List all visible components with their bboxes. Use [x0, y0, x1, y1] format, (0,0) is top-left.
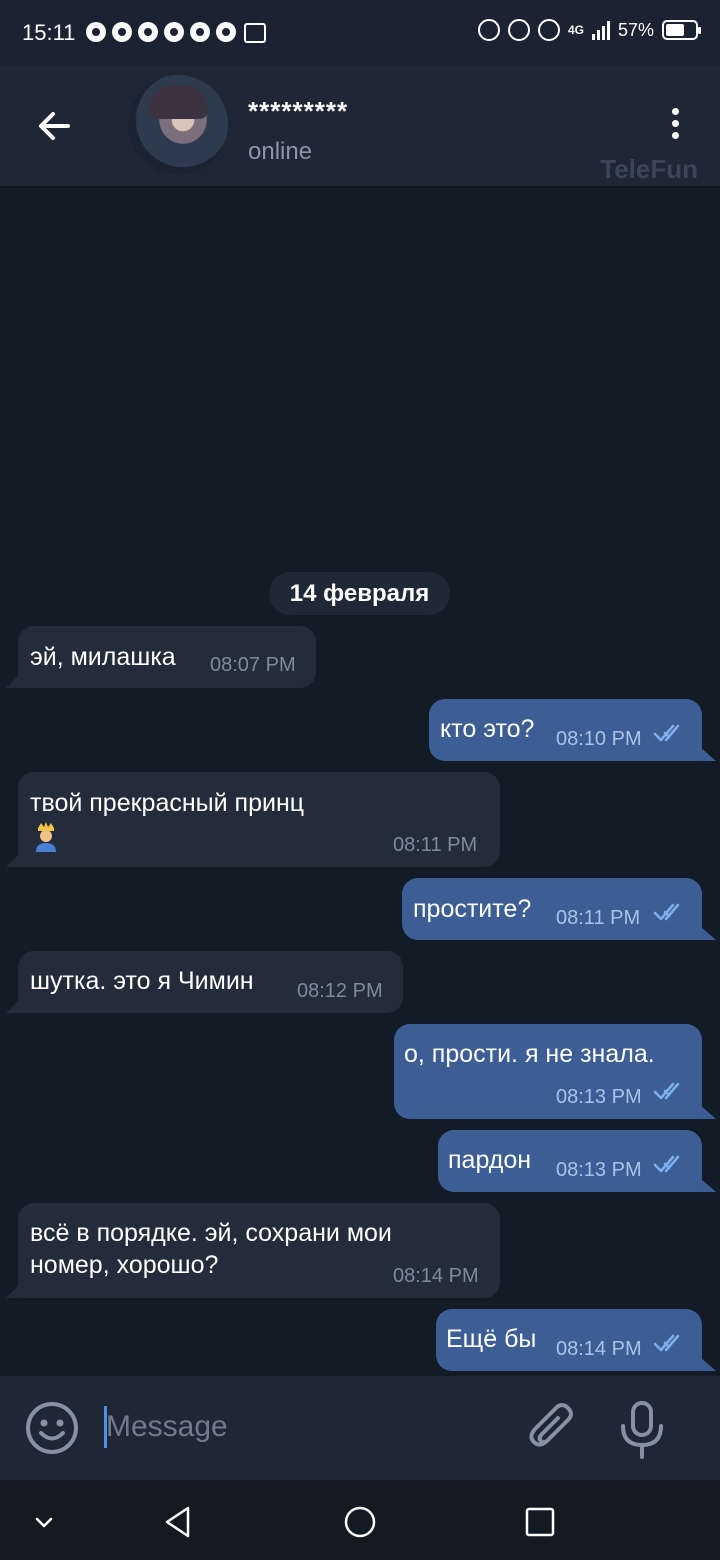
- chrome-icon: [112, 22, 132, 42]
- message-time: 08:14 PM: [556, 1338, 642, 1360]
- message-outgoing[interactable]: кто это? 08:10 PM: [429, 699, 716, 761]
- chat-header: ********* online TeleFun: [0, 66, 720, 188]
- message-incoming[interactable]: эй, милашка 08:07 PM: [6, 626, 316, 688]
- message-time: 08:07 PM: [210, 654, 296, 676]
- message-text: пардон: [448, 1146, 532, 1174]
- double-check-icon: [653, 1082, 680, 1100]
- message-time: 08:13 PM: [556, 1159, 642, 1181]
- network-type: 4G: [567, 23, 584, 37]
- message-text: о, прости. я не знала.: [404, 1040, 655, 1068]
- avatar[interactable]: [128, 75, 228, 175]
- clock: 15:11: [22, 20, 76, 45]
- contact-status: online: [248, 138, 313, 165]
- home-nav-icon[interactable]: [340, 1502, 380, 1542]
- message-time: 08:11 PM: [393, 834, 478, 856]
- message-time: 08:12 PM: [297, 980, 383, 1002]
- contact-name[interactable]: *********: [248, 96, 348, 127]
- alarm-icon: [507, 19, 530, 41]
- microphone-icon[interactable]: [618, 1400, 666, 1460]
- message-outgoing[interactable]: о, прости. я не знала. 08:13 PM: [394, 1024, 716, 1119]
- message-text: кто это?: [440, 715, 535, 743]
- message-text: номер, хорошо?: [30, 1251, 219, 1279]
- attach-icon[interactable]: [526, 1402, 578, 1456]
- message-outgoing[interactable]: пардон 08:13 PM: [438, 1130, 716, 1192]
- more-menu-icon[interactable]: [668, 108, 682, 144]
- system-navigation-bar: [0, 1480, 720, 1560]
- chrome-icon: [164, 22, 184, 42]
- battery-level: 57%: [617, 19, 654, 40]
- message-time: 08:14 PM: [393, 1265, 479, 1287]
- double-check-icon: [653, 1334, 680, 1352]
- chrome-icon: [190, 22, 210, 42]
- back-nav-icon[interactable]: [158, 1502, 198, 1542]
- date-separator: 14 февраля: [269, 572, 450, 615]
- message-composer: [0, 1376, 720, 1480]
- chevron-down-icon[interactable]: [24, 1502, 64, 1542]
- message-incoming[interactable]: шутка. это я Чимин 08:12 PM: [6, 951, 403, 1013]
- double-check-icon: [653, 903, 680, 921]
- battery-icon: [662, 20, 701, 40]
- notification-icons: [86, 22, 266, 43]
- message-text: Ещё бы: [446, 1325, 537, 1353]
- message-input[interactable]: [106, 1404, 506, 1450]
- message-time: 08:10 PM: [556, 728, 642, 750]
- double-check-icon: [653, 724, 680, 742]
- gallery-icon: [244, 23, 266, 43]
- chrome-icon: [138, 22, 158, 42]
- message-text: простите?: [413, 895, 532, 923]
- chrome-icon: [216, 22, 236, 42]
- status-bar: 15:11 4G 57%: [0, 0, 720, 66]
- emoji-icon[interactable]: [24, 1400, 80, 1456]
- message-outgoing[interactable]: простите? 08:11 PM: [402, 878, 716, 940]
- message-text: твой прекрасный принц: [30, 789, 305, 817]
- message-text: всё в порядке. эй, сохрани мои: [30, 1219, 392, 1247]
- double-check-icon: [653, 1155, 680, 1173]
- message-text: шутка. это я Чимин: [30, 967, 254, 995]
- back-arrow-icon[interactable]: [36, 108, 72, 144]
- recents-nav-icon[interactable]: [520, 1502, 560, 1542]
- message-incoming[interactable]: твой прекрасный принц 08:11 PM: [6, 772, 500, 867]
- prince-emoji: [36, 822, 56, 852]
- message-time: 08:13 PM: [556, 1086, 642, 1108]
- mute-icon: [537, 19, 560, 41]
- messenger-icon: [86, 22, 106, 42]
- watermark: TeleFun: [600, 154, 698, 184]
- hotspot-icon: [477, 19, 500, 41]
- message-outgoing[interactable]: Ещё бы 08:14 PM: [436, 1309, 716, 1371]
- message-text: эй, милашка: [30, 643, 176, 671]
- message-incoming[interactable]: всё в порядке. эй, сохрани мои номер, хо…: [6, 1203, 500, 1298]
- system-icons: 4G 57%: [477, 19, 701, 41]
- signal-icon: [591, 20, 610, 40]
- message-time: 08:11 PM: [556, 907, 641, 929]
